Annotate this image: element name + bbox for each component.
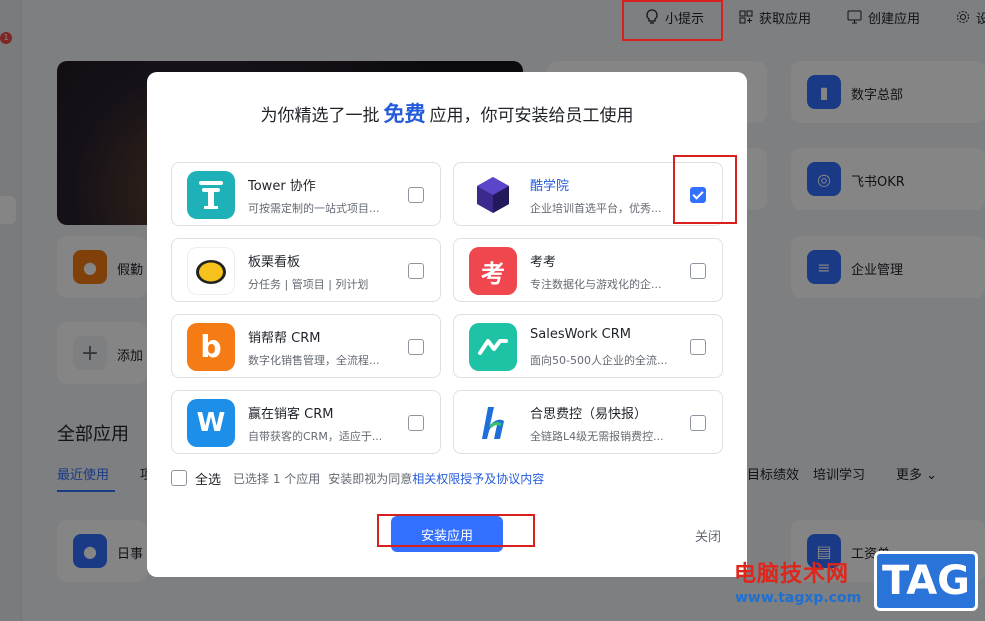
- select-all-label[interactable]: 全选: [195, 469, 221, 488]
- watermark-title: 电脑技术网: [734, 562, 850, 587]
- app-name: 销帮帮 CRM: [248, 331, 321, 346]
- kao-icon: 考: [469, 247, 517, 295]
- app-card-hesi[interactable]: 合思费控（易快报） 全链路L4级无需报销费控...: [453, 390, 723, 454]
- w-letter-icon: W: [187, 399, 235, 447]
- app-desc: 专注数据化与游戏化的企...: [530, 278, 662, 291]
- title-suffix: 应用，你可安装给员工使用: [429, 106, 634, 126]
- agree-text: 安装即视为同意: [328, 471, 413, 486]
- app-card-kaokao[interactable]: 考 考考 专注数据化与游戏化的企...: [453, 238, 723, 302]
- dialog-footer-row: 全选 已选择 1 个应用 安装即视为同意 相关权限授予及协议内容: [171, 468, 544, 488]
- tower-icon: [187, 171, 235, 219]
- app-checkbox[interactable]: [690, 263, 706, 279]
- app-desc: 自带获客的CRM，适应于...: [248, 430, 383, 443]
- app-checkbox[interactable]: [408, 263, 424, 279]
- watermark-tag-logo: TAG: [874, 551, 978, 611]
- saleswork-icon: [469, 323, 517, 371]
- app-desc: 可按需定制的一站式项目...: [248, 202, 380, 215]
- close-button[interactable]: 关闭: [695, 526, 721, 545]
- app-name: Tower 协作: [248, 179, 316, 194]
- cube-icon: [469, 171, 517, 219]
- select-all-checkbox[interactable]: [171, 470, 187, 486]
- app-checkbox[interactable]: [408, 187, 424, 203]
- app-name: SalesWork CRM: [530, 327, 631, 342]
- highlight-box-tips-front: [622, 0, 723, 41]
- app-card-banli[interactable]: 板栗看板 分任务 | 管项目 | 列计划: [171, 238, 441, 302]
- app-desc: 分任务 | 管项目 | 列计划: [248, 278, 369, 291]
- app-name: 赢在销客 CRM: [248, 407, 334, 422]
- app-desc: 面向50-500人企业的全流...: [530, 354, 668, 367]
- b-letter-icon: b: [187, 323, 235, 371]
- app-card-yingzaixiaoke[interactable]: W 赢在销客 CRM 自带获客的CRM，适应于...: [171, 390, 441, 454]
- app-card-saleswork[interactable]: SalesWork CRM 面向50-500人企业的全流...: [453, 314, 723, 378]
- dialog-title: 为你精选了一批 免费 应用，你可安装给员工使用: [147, 98, 747, 128]
- app-desc: 全链路L4级无需报销费控...: [530, 430, 664, 443]
- install-apps-dialog: 为你精选了一批 免费 应用，你可安装给员工使用 Tower 协作 可按需定制的一站式…: [147, 72, 747, 577]
- app-desc: 企业培训首选平台，优秀...: [530, 202, 662, 215]
- highlight-box-checkbox: [673, 155, 737, 224]
- app-name: 板栗看板: [248, 255, 301, 270]
- app-checkbox[interactable]: [408, 339, 424, 355]
- watermark-url: www.tagxp.com: [735, 590, 862, 606]
- title-prefix: 为你精选了一批: [260, 106, 380, 126]
- app-desc: 数字化销售管理，全流程...: [248, 354, 380, 367]
- app-card-xiaobangbang[interactable]: b 销帮帮 CRM 数字化销售管理，全流程...: [171, 314, 441, 378]
- app-checkbox[interactable]: [690, 415, 706, 431]
- app-card-tower[interactable]: Tower 协作 可按需定制的一站式项目...: [171, 162, 441, 226]
- app-name[interactable]: 酷学院: [530, 175, 569, 194]
- app-checkbox[interactable]: [690, 339, 706, 355]
- hesi-icon: [469, 399, 517, 447]
- app-checkbox[interactable]: [408, 415, 424, 431]
- agreement-link[interactable]: 相关权限授予及协议内容: [412, 470, 544, 487]
- app-name: 合思费控（易快报）: [530, 407, 648, 422]
- chestnut-icon: [187, 247, 235, 295]
- app-name: 考考: [530, 255, 557, 270]
- highlight-box-install: [377, 514, 535, 547]
- selected-count: 已选择 1 个应用: [233, 471, 321, 486]
- title-highlight: 免费: [383, 102, 426, 126]
